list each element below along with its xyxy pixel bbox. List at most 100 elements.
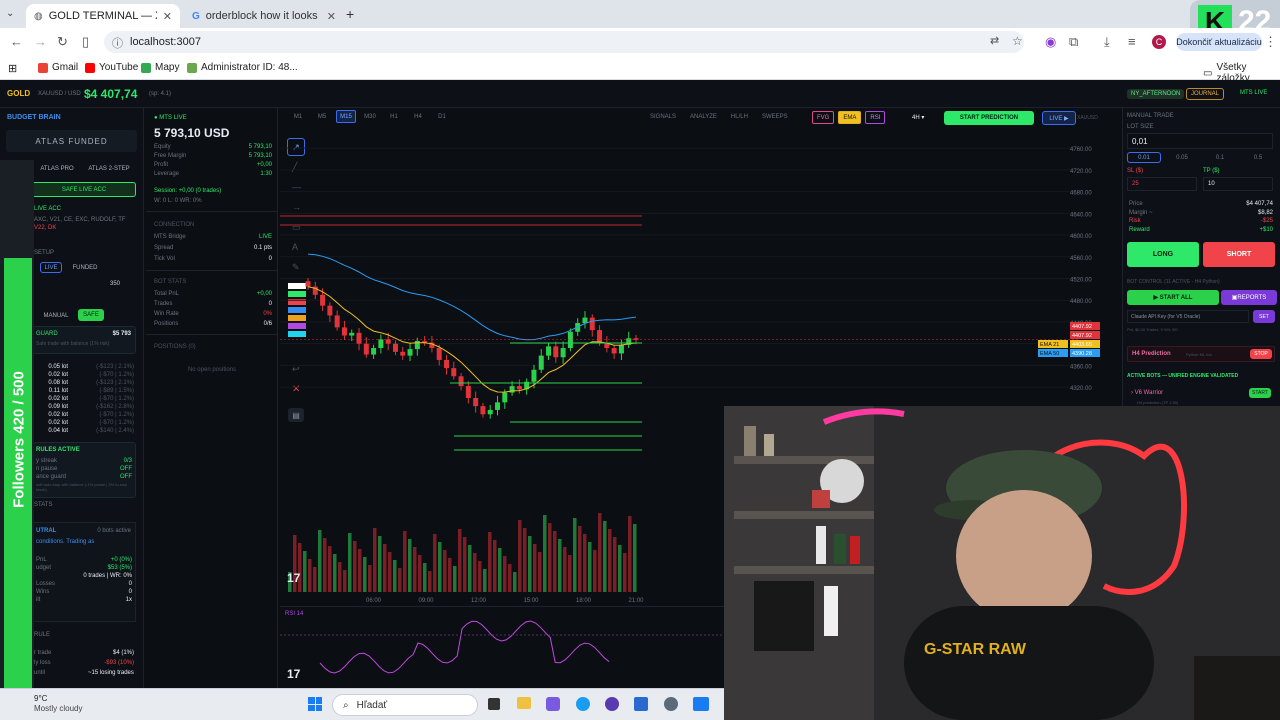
extensions-puzzle-icon[interactable]: ⧉ [1069, 34, 1078, 50]
candle-body [385, 339, 391, 344]
mode-funded-button[interactable]: FUNDED [70, 262, 100, 273]
sl-input[interactable]: 25 [1127, 177, 1197, 191]
candle-body [451, 368, 457, 377]
tilt-label: ilt [36, 597, 41, 603]
tab-search-icon[interactable]: ⌄ [6, 8, 14, 19]
lot-size-input[interactable]: 0,01 [1127, 133, 1273, 149]
timeframe-m1[interactable]: M1 [288, 110, 308, 123]
timeframe-d1[interactable]: D1 [432, 110, 452, 123]
timeframe-m5[interactable]: M5 [312, 110, 332, 123]
safe-live-acc-button[interactable]: SAFE LIVE ACC [32, 182, 136, 197]
safe-button[interactable]: SAFE [78, 309, 104, 321]
bookmark-admin[interactable]: Administrator ID: 48... [187, 62, 298, 73]
lot-option-0.5[interactable]: 0.5 [1241, 152, 1275, 163]
start-prediction-button[interactable]: START PREDICTION [944, 111, 1034, 125]
trade-info-label: Margin ~ [1129, 209, 1153, 216]
close-tab-icon[interactable]: ✕ [163, 10, 172, 23]
taskbar-search[interactable]: ⌕ Hľadať [332, 694, 478, 716]
close-tab-icon[interactable]: ✕ [327, 10, 336, 23]
tool-hllh[interactable]: HL/LH [727, 108, 752, 126]
journal-button[interactable]: JOURNAL [1186, 88, 1225, 100]
menu-icon[interactable]: ⋮ [1264, 34, 1277, 50]
timeframe-m30[interactable]: M30 [360, 110, 380, 123]
bookmark-youtube[interactable]: YouTube [85, 62, 138, 73]
lot-option-0.1[interactable]: 0.1 [1203, 152, 1237, 163]
rules-title: RULES ACTIVE [36, 447, 80, 453]
address-bar[interactable]: ⓘ localhost:3007 [104, 31, 1024, 53]
tool-analyze[interactable]: ANALYZE [686, 108, 721, 126]
toggle-ema[interactable]: EMA [838, 111, 862, 124]
toggle-fvg[interactable]: FVG [812, 111, 835, 124]
long-button[interactable]: LONG [1127, 242, 1199, 267]
timeframe-h4[interactable]: H4 [408, 110, 428, 123]
stat-row: Spread 0.1 pts [154, 243, 272, 254]
price-label: 4407.92 [1070, 322, 1100, 330]
forward-icon[interactable]: → [34, 34, 47, 49]
live-button[interactable]: LIVE ▶ [1042, 111, 1076, 125]
translate-icon[interactable]: ⇄ [990, 34, 999, 47]
apps-grid-icon[interactable]: ⊞ [8, 62, 17, 75]
tool-sweeps[interactable]: SWEEPS [758, 108, 792, 126]
candle-body [305, 281, 311, 287]
rules-note: soft auto-stop with balance (-1% pause |… [36, 482, 128, 492]
api-key-input[interactable]: Claude API Key (for V5 Oracle) [1127, 310, 1249, 323]
volume-bar [588, 542, 592, 592]
back-icon[interactable]: ← [10, 34, 23, 49]
price-label-tag: EMA 50 [1040, 351, 1059, 357]
store-icon[interactable] [634, 697, 648, 711]
tab-atlas-pro[interactable]: ATLAS PRO [32, 162, 82, 175]
reports-button[interactable]: ▣ REPORTS [1221, 290, 1277, 305]
volume-bar [438, 542, 442, 592]
download-icon[interactable]: ⤓ [1104, 34, 1110, 50]
task-view-icon[interactable] [488, 698, 500, 710]
tab-gold-terminal[interactable]: ◍ GOLD TERMINAL — XAUUSD ✕ [26, 4, 180, 28]
teams-icon[interactable] [546, 697, 560, 711]
tab-atlas-2step[interactable]: ATLAS 2-STEP [82, 162, 136, 175]
profile-avatar[interactable]: C [1152, 35, 1166, 49]
tab-google-search[interactable]: G orderblock how it looks - Hľad... ✕ [184, 4, 344, 28]
lot-option-0.05[interactable]: 0.05 [1165, 152, 1199, 163]
stop-bot-button[interactable]: STOP [1250, 349, 1272, 359]
mode-live-button[interactable]: LIVE [40, 262, 62, 273]
tp-input[interactable]: 10 [1203, 177, 1273, 191]
app-icon[interactable] [605, 697, 619, 711]
settings-gear-icon[interactable] [664, 697, 678, 711]
x-tick-label: 15:00 [524, 598, 540, 604]
bookmark-star-icon[interactable]: ☆ [1012, 34, 1023, 48]
stat-label: Tick Vol [154, 256, 175, 262]
file-explorer-icon[interactable] [517, 697, 531, 709]
edge-icon[interactable] [576, 697, 590, 711]
toggle-rsi[interactable]: RSI [865, 111, 886, 124]
timeframe-m15[interactable]: M15 [336, 110, 356, 123]
timeframe-h1[interactable]: H1 [384, 110, 404, 123]
set-api-key-button[interactable]: SET [1253, 310, 1275, 323]
reload-icon[interactable]: ↻ [57, 34, 68, 50]
manual-button[interactable]: MANUAL [40, 310, 72, 321]
start-all-button[interactable]: ▶ START ALL [1127, 290, 1219, 305]
trade-panel: MANUAL TRADE LOT SIZE 0,01 0.01 0.05 0.1 0.… [1122, 108, 1280, 408]
new-tab-button[interactable]: + [346, 6, 354, 22]
volume-bar [513, 572, 517, 592]
lot-option-0.01[interactable]: 0.01 [1127, 152, 1161, 163]
atlas-funded-header[interactable]: ATLAS FUNDED [6, 130, 137, 152]
brand-title: BUDGET BRAIN [7, 114, 61, 121]
stats-label: STATS [34, 502, 53, 508]
trade-info-value: $4 407,74 [1246, 201, 1273, 207]
candle-body [465, 386, 471, 398]
tool-signals[interactable]: SIGNALS [646, 108, 680, 126]
sidebar-icon[interactable]: ▯ [82, 34, 89, 50]
windows-start-icon[interactable] [308, 697, 322, 711]
start-bot-button[interactable]: START [1249, 388, 1271, 398]
short-button[interactable]: SHORT [1203, 242, 1275, 267]
bookmark-maps[interactable]: Mapy [141, 62, 179, 73]
bookmark-gmail[interactable]: Gmail [38, 62, 78, 73]
update-button[interactable]: Dokončiť aktualizáciu [1176, 33, 1262, 51]
price-label-tag: EMA 21 [1040, 342, 1059, 348]
site-info-icon[interactable]: ⓘ [112, 35, 123, 51]
interval-select[interactable]: 4H ▾ [912, 114, 924, 121]
volume-bar [563, 547, 567, 592]
remote-desktop-icon[interactable] [693, 697, 709, 711]
amount-input[interactable]: 350 [110, 281, 120, 287]
reading-list-icon[interactable]: ≡ [1128, 34, 1136, 49]
extension-icon[interactable]: ◉ [1045, 34, 1056, 50]
